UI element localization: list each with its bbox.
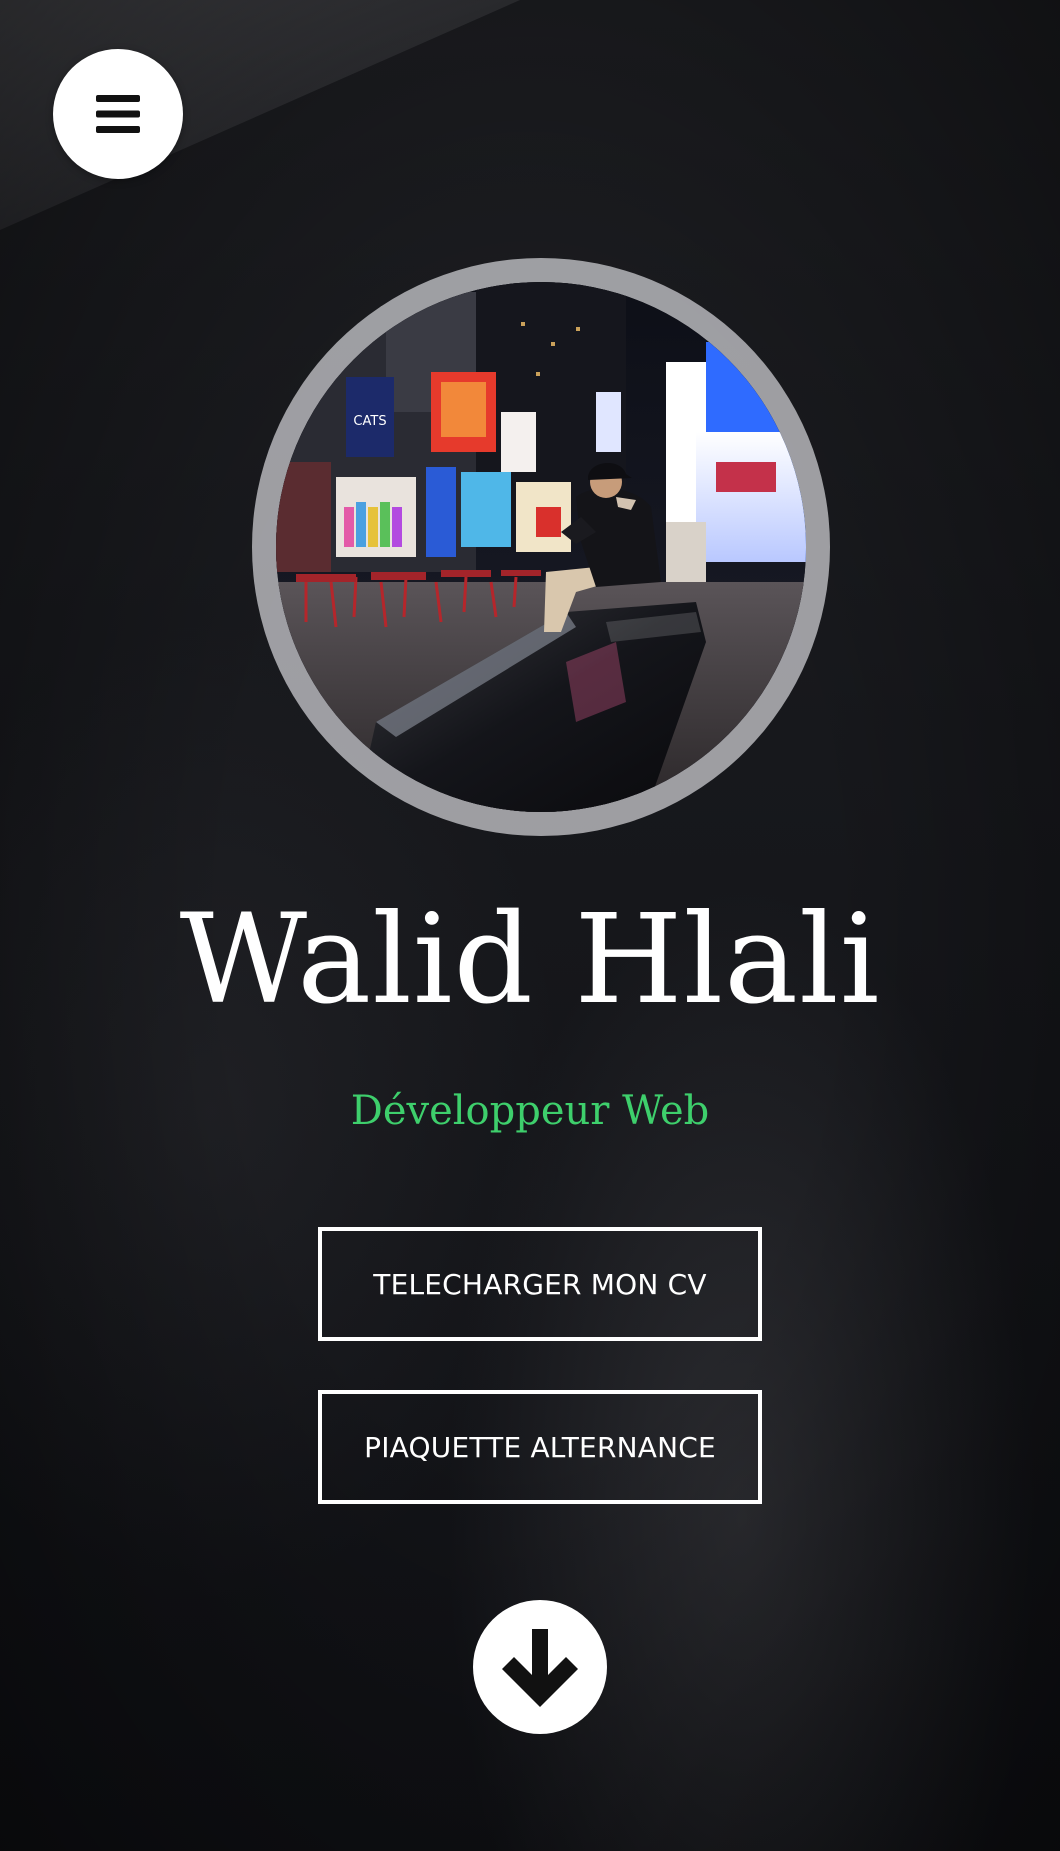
arrow-down-icon <box>502 1629 578 1707</box>
profile-photo: CATS <box>276 282 806 812</box>
scroll-down-button[interactable] <box>473 1600 607 1734</box>
alternance-brochure-button[interactable]: PIAQUETTE ALTERNANCE <box>318 1390 762 1504</box>
alternance-brochure-label: PIAQUETTE ALTERNANCE <box>364 1430 716 1464</box>
svg-text:CATS: CATS <box>353 414 386 429</box>
profile-avatar: CATS <box>252 258 830 836</box>
hamburger-menu-icon <box>96 95 140 133</box>
download-cv-label: TELECHARGER MON CV <box>373 1267 707 1301</box>
profile-role: Développeur Web <box>350 1088 710 1134</box>
download-cv-button[interactable]: TELECHARGER MON CV <box>318 1227 762 1341</box>
menu-button[interactable] <box>53 49 183 179</box>
profile-name: Walid Hlali <box>179 888 881 1032</box>
times-square-photo: CATS <box>276 282 806 812</box>
